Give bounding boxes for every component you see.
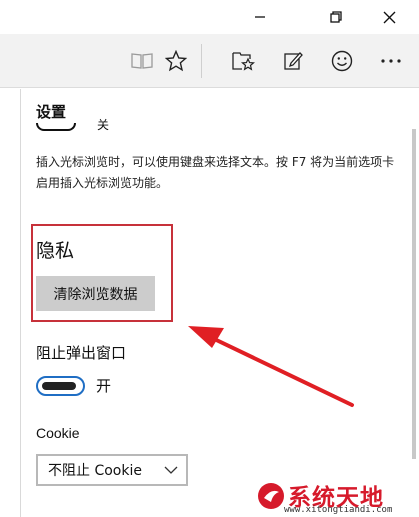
site-watermark: 系统天地 www.xitongtiandi.com — [257, 476, 419, 517]
caret-browsing-state: 关 — [97, 118, 110, 132]
chevron-down-icon — [164, 466, 178, 474]
more-icon — [381, 59, 401, 63]
toolbar-divider — [201, 44, 202, 78]
caret-browsing-toggle[interactable] — [36, 123, 76, 131]
minimize-button[interactable] — [237, 0, 283, 34]
title-bar — [0, 0, 419, 34]
restore-icon — [330, 11, 342, 23]
pen-note-icon — [284, 52, 303, 70]
more-button[interactable] — [373, 43, 409, 79]
web-note-button[interactable] — [275, 43, 311, 79]
block-popups-state: 开 — [96, 377, 112, 395]
minimize-icon — [255, 16, 265, 18]
caret-browsing-description: 插入光标浏览时，可以使用键盘来选择文本。按 F7 将为当前选项卡启用插入光标浏览… — [36, 155, 395, 190]
feedback-button[interactable] — [324, 43, 360, 79]
settings-scrollbar[interactable] — [412, 129, 416, 459]
book-icon — [131, 53, 153, 69]
favorite-button[interactable] — [158, 43, 194, 79]
clear-browsing-data-button[interactable]: 清除浏览数据 — [36, 276, 155, 311]
hub-button[interactable] — [225, 43, 261, 79]
cookie-selected-value: 不阻止 Cookie — [48, 463, 142, 479]
cookie-select[interactable]: 不阻止 Cookie — [36, 454, 188, 486]
block-popups-label: 阻止弹出窗口 — [36, 344, 127, 362]
close-button[interactable] — [366, 0, 412, 34]
toggle-track-fill — [42, 382, 76, 390]
restore-button[interactable] — [313, 0, 359, 34]
browser-toolbar — [0, 34, 419, 88]
watermark-logo-icon — [258, 483, 284, 509]
favorites-hub-icon — [232, 52, 255, 71]
reading-view-button[interactable] — [124, 43, 160, 79]
settings-pane: 设置 关 插入光标浏览时，可以使用键盘来选择文本。按 F7 将为当前选项卡启用插… — [20, 89, 419, 517]
cookie-label: Cookie — [36, 425, 80, 441]
smiley-icon — [331, 50, 353, 72]
settings-title: 设置 — [36, 103, 67, 121]
privacy-heading: 隐私 — [36, 240, 75, 262]
close-icon — [383, 11, 395, 23]
watermark-url: www.xitongtiandi.com — [284, 505, 393, 515]
star-icon — [165, 50, 187, 72]
block-popups-toggle[interactable] — [36, 376, 85, 396]
